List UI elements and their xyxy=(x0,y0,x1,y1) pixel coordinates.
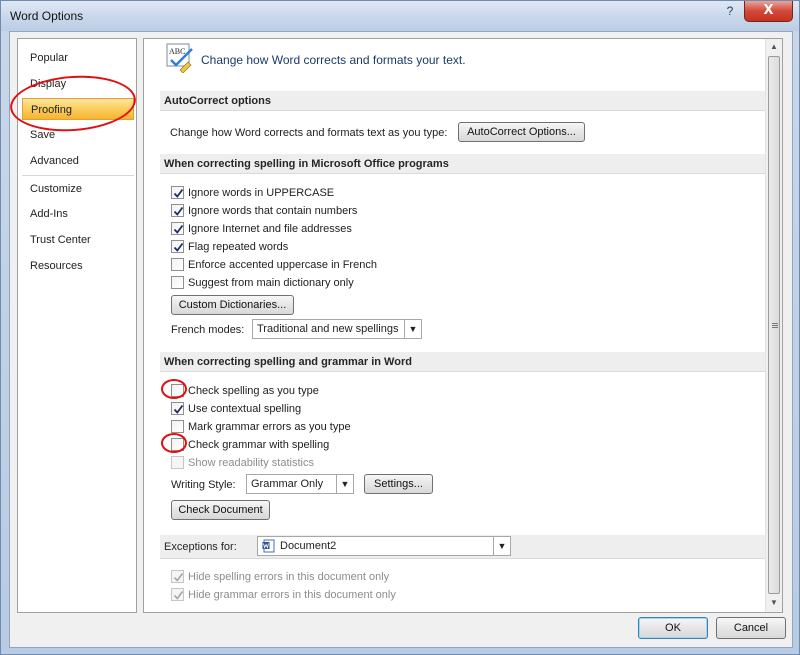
checkmark-icon xyxy=(173,188,184,198)
autocorrect-options-button[interactable]: AutoCorrect Options... xyxy=(458,122,585,142)
grip-line xyxy=(772,325,778,326)
contextual-spelling-checkbox[interactable] xyxy=(171,402,184,415)
ignore-internet-checkbox[interactable] xyxy=(171,222,184,235)
chevron-down-icon: ▼ xyxy=(336,475,353,493)
french-modes-label: French modes: xyxy=(171,324,245,336)
scroll-up-arrow-icon[interactable]: ▲ xyxy=(766,39,782,55)
mark-grammar-checkbox[interactable] xyxy=(171,420,184,433)
help-button[interactable]: ? xyxy=(723,4,737,18)
ignore-uppercase-label: Ignore words in UPPERCASE xyxy=(188,187,335,199)
contextual-spelling-label: Use contextual spelling xyxy=(188,403,302,415)
hide-spelling-errors-checkbox[interactable] xyxy=(171,570,184,583)
chevron-down-icon: ▼ xyxy=(493,537,510,555)
dialog-body: Popular Display Proofing Save Advanced C… xyxy=(9,31,793,648)
nav-separator xyxy=(22,175,134,176)
scroll-down-arrow-icon[interactable]: ▼ xyxy=(766,595,782,611)
exceptions-document-value: Document2 xyxy=(280,540,337,552)
exceptions-label: Exceptions for: xyxy=(164,541,237,553)
exceptions-document-select[interactable]: Document2 ▼ xyxy=(257,536,511,556)
check-grammar-label: Check grammar with spelling xyxy=(188,439,330,451)
section-autocorrect: AutoCorrect options xyxy=(160,91,767,111)
checkmark-icon xyxy=(173,206,184,216)
mark-grammar-label: Mark grammar errors as you type xyxy=(188,421,351,433)
window-title: Word Options xyxy=(10,9,84,23)
hide-spelling-errors-label: Hide spelling errors in this document on… xyxy=(188,571,390,583)
section-word-spelling: When correcting spelling and grammar in … xyxy=(160,352,767,372)
check-spelling-label: Check spelling as you type xyxy=(188,385,319,397)
ignore-uppercase-checkbox[interactable] xyxy=(171,186,184,199)
readability-statistics-label: Show readability statistics xyxy=(188,457,314,469)
abc-proofing-icon: ABC xyxy=(166,43,193,73)
svg-text:ABC: ABC xyxy=(169,47,185,56)
writing-style-select[interactable]: Grammar Only ▼ xyxy=(246,474,354,494)
page-header-text: Change how Word corrects and formats you… xyxy=(201,53,466,67)
check-spelling-highlight-annotation xyxy=(161,379,187,399)
proofing-panel: ABC Change how Word corrects and formats… xyxy=(143,38,783,613)
checkmark-icon xyxy=(173,242,184,252)
enforce-french-label: Enforce accented uppercase in French xyxy=(188,259,377,271)
ignore-numbers-label: Ignore words that contain numbers xyxy=(188,205,358,217)
nav-item-trust-center[interactable]: Trust Center xyxy=(22,229,134,251)
nav-item-resources[interactable]: Resources xyxy=(22,255,134,277)
autocorrect-description: Change how Word corrects and formats tex… xyxy=(170,127,448,139)
chevron-down-icon: ▼ xyxy=(404,320,421,338)
settings-button[interactable]: Settings... xyxy=(364,474,433,494)
scrollbar-thumb[interactable] xyxy=(768,56,780,594)
nav-item-popular[interactable]: Popular xyxy=(22,47,134,69)
checkmark-icon xyxy=(173,224,184,234)
word-document-icon xyxy=(262,539,275,553)
grip-line xyxy=(772,327,778,328)
ok-button[interactable]: OK xyxy=(638,617,708,639)
hide-grammar-errors-label: Hide grammar errors in this document onl… xyxy=(188,589,396,601)
french-modes-select[interactable]: Traditional and new spellings ▼ xyxy=(252,319,422,339)
grip-line xyxy=(772,323,778,324)
ignore-numbers-checkbox[interactable] xyxy=(171,204,184,217)
word-options-dialog: Word Options ? X Popular Display Proofin… xyxy=(0,0,800,655)
nav-item-customize[interactable]: Customize xyxy=(22,178,134,200)
main-dictionary-label: Suggest from main dictionary only xyxy=(188,277,354,289)
french-modes-value: Traditional and new spellings xyxy=(257,323,399,335)
ignore-internet-label: Ignore Internet and file addresses xyxy=(188,223,352,235)
cancel-button[interactable]: Cancel xyxy=(716,617,786,639)
checkmark-icon xyxy=(173,404,184,414)
section-office-spelling: When correcting spelling in Microsoft Of… xyxy=(160,154,767,174)
check-grammar-highlight-annotation xyxy=(161,433,187,453)
flag-repeated-label: Flag repeated words xyxy=(188,241,289,253)
main-dictionary-checkbox[interactable] xyxy=(171,276,184,289)
check-document-button[interactable]: Check Document xyxy=(171,500,270,520)
custom-dictionaries-button[interactable]: Custom Dictionaries... xyxy=(171,295,294,315)
nav-item-advanced[interactable]: Advanced xyxy=(22,150,134,172)
writing-style-label: Writing Style: xyxy=(171,479,236,491)
title-bar[interactable]: Word Options ? X xyxy=(1,1,799,31)
vertical-scrollbar[interactable]: ▲ ▼ xyxy=(765,39,782,612)
nav-item-add-ins[interactable]: Add-Ins xyxy=(22,203,134,225)
close-button[interactable]: X xyxy=(744,1,793,22)
flag-repeated-checkbox[interactable] xyxy=(171,240,184,253)
hide-grammar-errors-checkbox[interactable] xyxy=(171,588,184,601)
checkmark-icon xyxy=(173,573,184,582)
checkmark-icon xyxy=(173,591,184,600)
readability-statistics-checkbox[interactable] xyxy=(171,456,184,469)
writing-style-value: Grammar Only xyxy=(251,478,324,490)
enforce-french-checkbox[interactable] xyxy=(171,258,184,271)
